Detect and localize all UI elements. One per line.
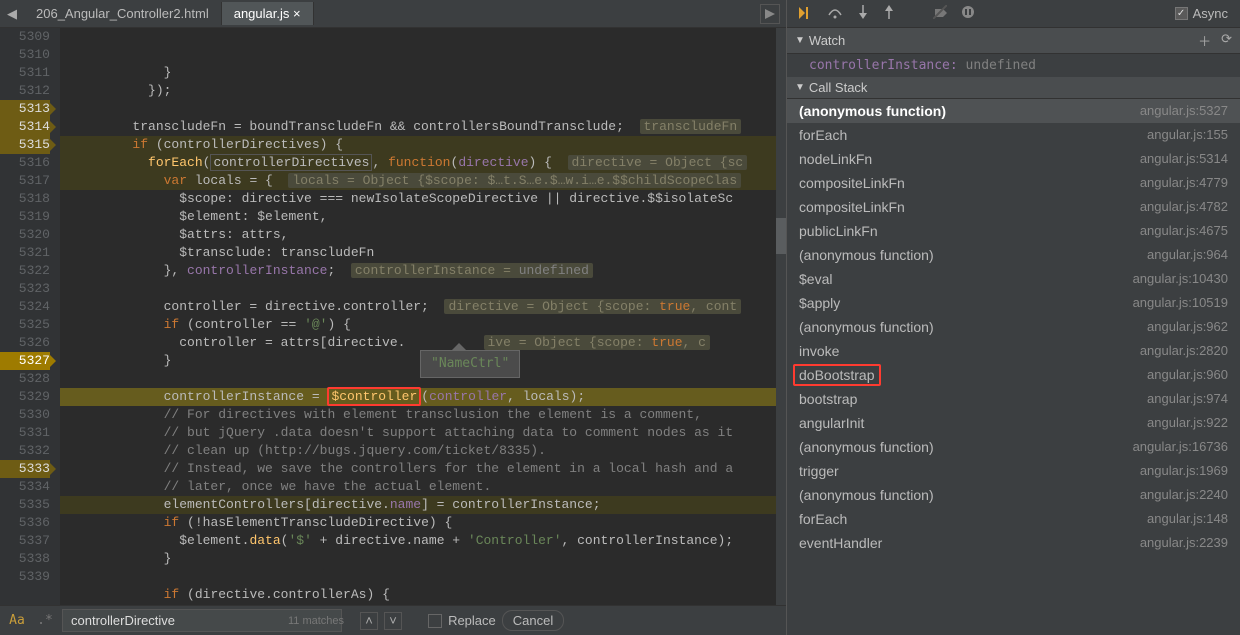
stack-frame[interactable]: (anonymous function)angular.js:964: [787, 243, 1240, 267]
stack-frame[interactable]: nodeLinkFnangular.js:5314: [787, 147, 1240, 171]
stack-frame[interactable]: (anonymous function)angular.js:2240: [787, 483, 1240, 507]
async-checkbox[interactable]: ✓ Async: [1175, 6, 1228, 21]
add-watch-icon[interactable]: ＋: [1198, 31, 1211, 50]
stack-frame[interactable]: compositeLinkFnangular.js:4782: [787, 195, 1240, 219]
debugger-panel: ✓ Async ▼ Watch ＋ ⟳ controllerInstance: …: [786, 0, 1240, 635]
stack-frame[interactable]: eventHandlerangular.js:2239: [787, 531, 1240, 555]
cancel-button[interactable]: Cancel: [502, 610, 564, 631]
chevron-down-icon: ▼: [795, 35, 805, 46]
debug-toolbar: ✓ Async: [787, 0, 1240, 28]
stack-frame[interactable]: forEachangular.js:148: [787, 507, 1240, 531]
stack-frame[interactable]: (anonymous function)angular.js:16736: [787, 435, 1240, 459]
callstack-section-header[interactable]: ▼ Call Stack: [787, 77, 1240, 99]
step-into-icon[interactable]: [857, 5, 869, 22]
stack-frame[interactable]: (anonymous function)angular.js:5327: [787, 99, 1240, 123]
stack-frame[interactable]: $applyangular.js:10519: [787, 291, 1240, 315]
deactivate-breakpoints-icon[interactable]: [933, 5, 947, 22]
step-over-icon[interactable]: [827, 6, 843, 22]
pause-icon[interactable]: [961, 5, 975, 22]
stack-frame[interactable]: publicLinkFnangular.js:4675: [787, 219, 1240, 243]
callstack-list: (anonymous function)angular.js:5327forEa…: [787, 99, 1240, 635]
find-bar: Aa .* 11 matches ˄ ˅ Replace Cancel: [0, 605, 786, 635]
line-gutter: 5309531053115312531353145315531653175318…: [0, 28, 60, 605]
watch-value: undefined: [966, 58, 1036, 73]
editor-tab[interactable]: 206_Angular_Controller2.html: [24, 2, 222, 25]
watch-title: Watch: [809, 33, 845, 48]
code-editor[interactable]: 5309531053115312531353145315531653175318…: [0, 28, 786, 605]
editor-scrollbar-thumb[interactable]: [776, 218, 786, 254]
refresh-watch-icon[interactable]: ⟳: [1221, 31, 1232, 50]
watch-section-header[interactable]: ▼ Watch ＋ ⟳: [787, 28, 1240, 54]
find-prev-button[interactable]: ˄: [360, 612, 378, 630]
editor-scrollbar[interactable]: [776, 28, 786, 605]
stack-frame[interactable]: $evalangular.js:10430: [787, 267, 1240, 291]
match-count: 11 matches: [288, 615, 344, 627]
editor-tabs: ◀ 206_Angular_Controller2.htmlangular.js…: [0, 0, 786, 28]
stack-frame[interactable]: doBootstrapangular.js:960: [787, 363, 1240, 387]
stack-frame[interactable]: bootstrapangular.js:974: [787, 387, 1240, 411]
stack-frame[interactable]: forEachangular.js:155: [787, 123, 1240, 147]
watch-name: controllerInstance: [809, 58, 950, 73]
stack-frame[interactable]: (anonymous function)angular.js:962: [787, 315, 1240, 339]
stack-frame[interactable]: triggerangular.js:1969: [787, 459, 1240, 483]
find-next-button[interactable]: ˅: [384, 612, 402, 630]
chevron-down-icon: ▼: [795, 82, 805, 93]
debug-value-tooltip: "NameCtrl": [420, 350, 520, 378]
async-label: Async: [1193, 6, 1228, 21]
stack-frame[interactable]: compositeLinkFnangular.js:4779: [787, 171, 1240, 195]
resume-icon[interactable]: [799, 6, 813, 22]
replace-checkbox[interactable]: [428, 614, 442, 628]
match-case-toggle[interactable]: Aa: [6, 613, 28, 628]
replace-label: Replace: [448, 613, 496, 628]
tab-nav-left-icon[interactable]: ◀: [0, 6, 24, 22]
regex-toggle[interactable]: .*: [34, 613, 56, 628]
callstack-title: Call Stack: [809, 80, 868, 95]
code-body[interactable]: } }); transcludeFn = boundTranscludeFn &…: [60, 28, 786, 605]
step-out-icon[interactable]: [883, 5, 895, 22]
stack-frame[interactable]: angularInitangular.js:922: [787, 411, 1240, 435]
editor-tab[interactable]: angular.js ×: [222, 2, 314, 25]
stack-frame[interactable]: invokeangular.js:2820: [787, 339, 1240, 363]
watch-expression[interactable]: controllerInstance: undefined: [787, 54, 1240, 77]
run-icon[interactable]: [760, 4, 780, 24]
